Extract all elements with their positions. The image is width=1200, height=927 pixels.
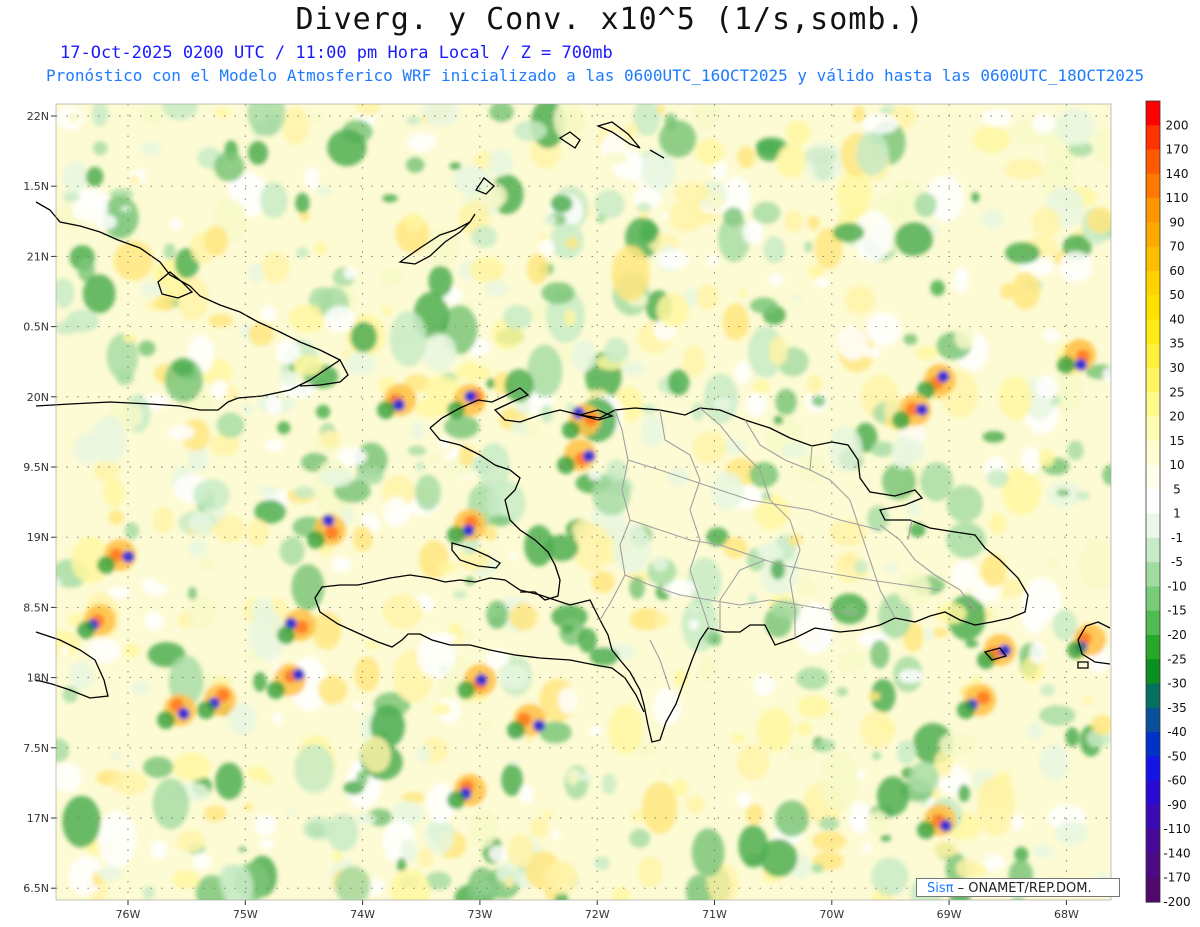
- latitude-labels: 22N 1.5N 21N 0.5N 20N 9.5N 19N 8.5N 18N 7.5N 17N 6.…: [23, 110, 49, 895]
- colorbar-label: 40: [1169, 313, 1184, 327]
- colorbar-swatch: [1146, 853, 1160, 879]
- colorbar-label: -200: [1163, 895, 1190, 909]
- forecast-info-line: Pronóstico con el Modelo Atmosferico WRF…: [46, 66, 1145, 85]
- credit-text: – ONAMET/REP.DOM.: [953, 881, 1092, 896]
- colorbar-label: 35: [1169, 337, 1184, 351]
- colorbar-label: 1: [1173, 507, 1181, 521]
- colorbar-swatch: [1146, 562, 1160, 588]
- colorbar-swatch: [1146, 173, 1160, 199]
- colorbar-swatch: [1146, 877, 1160, 903]
- colorbar-label: -15: [1167, 604, 1187, 618]
- lat-label: 0.5N: [23, 321, 49, 334]
- colorbar-swatch: [1146, 343, 1160, 369]
- lon-label: 75W: [233, 908, 258, 921]
- lon-label: 69W: [937, 908, 962, 921]
- colorbar-label: -40: [1167, 725, 1187, 739]
- colorbar-label: -35: [1167, 701, 1187, 715]
- colorbar-swatch: [1146, 246, 1160, 272]
- lat-label: 17N: [27, 812, 49, 825]
- colorbar-label: 50: [1169, 288, 1184, 302]
- colorbar-swatch: [1146, 683, 1160, 709]
- colorbar-swatch: [1146, 635, 1160, 660]
- lon-label: 70W: [819, 908, 844, 921]
- lat-label: 20N: [27, 391, 49, 404]
- colorbar-label: 15: [1169, 434, 1184, 448]
- colorbar-swatch: [1146, 125, 1160, 151]
- colorbar-label: 60: [1169, 264, 1184, 278]
- colorbar-swatch: [1146, 829, 1160, 855]
- lon-label: 72W: [585, 908, 610, 921]
- colorbar-label: -110: [1163, 822, 1190, 836]
- colorbar-swatch: [1146, 295, 1160, 321]
- colorbar-label: 25: [1169, 385, 1184, 399]
- colorbar-label: 200: [1166, 118, 1189, 132]
- colorbar-label: -1: [1171, 531, 1183, 545]
- colorbar-label: 5: [1173, 482, 1181, 496]
- colorbar-swatch: [1146, 101, 1160, 126]
- colorbar-swatch: [1146, 707, 1160, 733]
- colorbar-label: 170: [1166, 143, 1189, 157]
- colorbar-swatch: [1146, 319, 1160, 345]
- colorbar-label: 10: [1169, 458, 1184, 472]
- lon-label: 68W: [1054, 908, 1079, 921]
- lon-label: 74W: [350, 908, 375, 921]
- colorbar-swatch: [1146, 222, 1160, 248]
- colorbar-label: -5: [1171, 555, 1183, 569]
- colorbar-label: -170: [1163, 871, 1190, 885]
- colorbar-swatch: [1146, 416, 1160, 442]
- colorbar-swatch: [1146, 586, 1160, 612]
- lat-label: 21N: [27, 250, 49, 263]
- colorbar-label: 30: [1169, 361, 1184, 375]
- colorbar-swatch: [1146, 149, 1160, 175]
- colorbar-swatch: [1146, 537, 1160, 563]
- lat-label: 18N: [27, 672, 49, 685]
- lat-label: 7.5N: [23, 742, 49, 755]
- colorbar: 200 170 140 110 90 70 60 50 40 35 30 25 20 15 10 5 1 -1 -5…: [1145, 100, 1191, 909]
- colorbar-swatch: [1146, 780, 1160, 806]
- lon-label: 71W: [702, 908, 727, 921]
- colorbar-swatch: [1146, 659, 1160, 685]
- colorbar-label: 90: [1169, 215, 1184, 229]
- colorbar-swatch: [1146, 270, 1160, 296]
- lat-label: 9.5N: [23, 461, 49, 474]
- lon-label: 73W: [467, 908, 492, 921]
- colorbar-swatch: [1146, 610, 1160, 636]
- colorbar-swatch: [1146, 368, 1160, 393]
- colorbar-label: -50: [1167, 749, 1187, 763]
- lon-label: 76W: [116, 908, 141, 921]
- colorbar-swatch: [1146, 440, 1160, 466]
- colorbar-swatch: [1146, 489, 1160, 515]
- colorbar-label: 110: [1166, 191, 1189, 205]
- lat-label: 6.5N: [23, 882, 49, 895]
- colorbar-label: 20: [1169, 410, 1184, 424]
- colorbar-label: -10: [1167, 580, 1187, 594]
- colorbar-label: 70: [1169, 240, 1184, 254]
- credit-brand: Sisπ: [927, 881, 954, 896]
- colorbar-swatch: [1146, 804, 1160, 830]
- lat-label: 8.5N: [23, 601, 49, 614]
- colorbar-swatch: [1146, 513, 1160, 539]
- colorbar-swatch: [1146, 465, 1160, 490]
- colorbar-label: -140: [1163, 847, 1190, 861]
- lat-label: 19N: [27, 531, 49, 544]
- colorbar-label: -25: [1167, 652, 1187, 666]
- colorbar-swatch: [1146, 392, 1160, 418]
- page-title: Diverg. y Conv. x10^5 (1/s,somb.): [295, 2, 925, 37]
- colorbar-swatch: [1146, 756, 1160, 782]
- longitude-labels: 76W 75W 74W 73W 72W 71W 70W 69W 68W: [116, 908, 1079, 921]
- colorbar-label: -90: [1167, 798, 1187, 812]
- colorbar-swatch: [1146, 198, 1160, 223]
- colorbar-label: -60: [1167, 774, 1187, 788]
- colorbar-label: 140: [1166, 167, 1189, 181]
- valid-time-line: 17-Oct-2025 0200 UTC / 11:00 pm Hora Loc…: [60, 43, 613, 63]
- colorbar-label: -20: [1167, 628, 1187, 642]
- lat-label: 1.5N: [23, 180, 49, 193]
- divergence-map: 22N 1.5N 21N 0.5N 20N 9.5N 19N 8.5N 18N 7.5N 17N 6.…: [23, 100, 1191, 921]
- colorbar-swatch: [1146, 732, 1160, 757]
- lat-label: 22N: [27, 110, 49, 123]
- credit-box: Sisπ – ONAMET/REP.DOM.: [916, 878, 1120, 897]
- colorbar-label: -30: [1167, 677, 1187, 691]
